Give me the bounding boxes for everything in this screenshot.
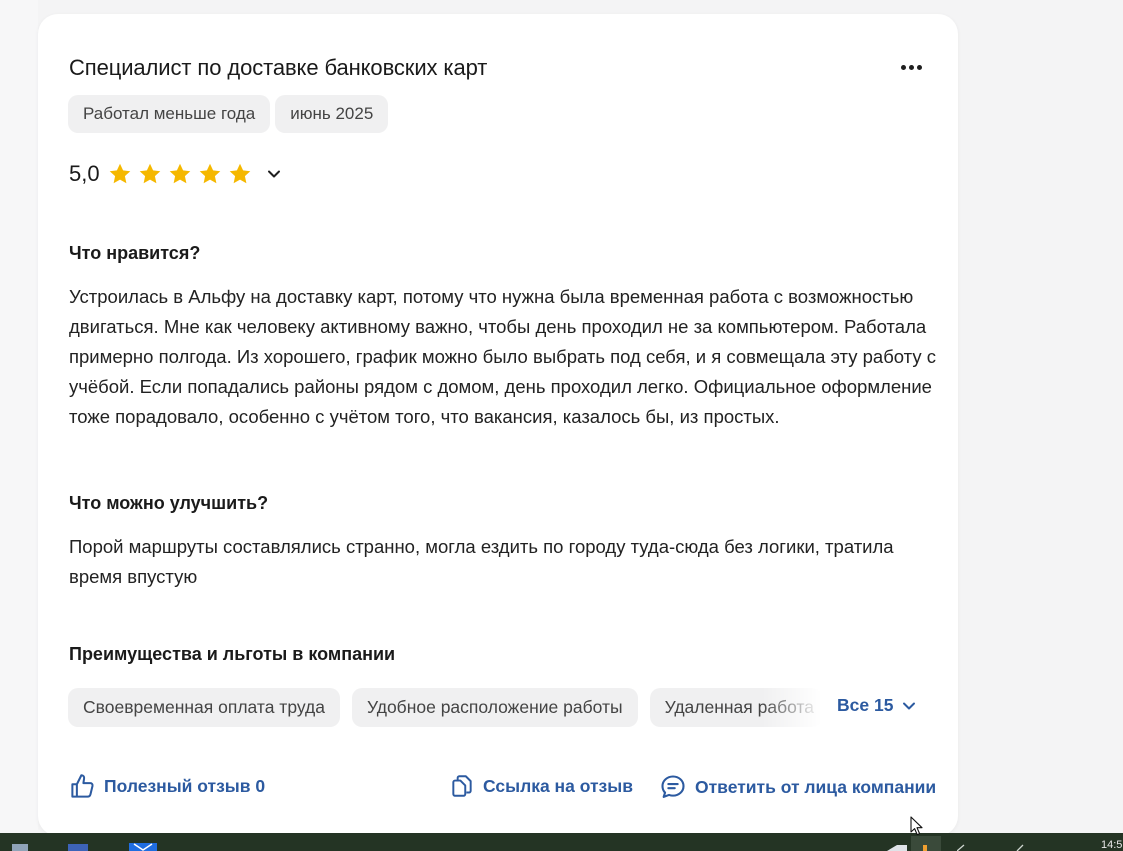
chevron-down-icon[interactable]	[266, 166, 282, 182]
tag-tenure: Работал меньше года	[68, 95, 271, 133]
benefit-chip: Своевременная оплата труда	[68, 687, 340, 727]
star-icon	[169, 163, 190, 184]
star-icon	[199, 163, 220, 184]
likes-heading: Что нравится?	[69, 243, 201, 263]
benefits-list: Своевременная оплата труда Удобное распо…	[68, 687, 930, 727]
reply-label: Ответить от лица компании	[695, 776, 937, 797]
improve-text: Порой маршруты составлялись странно, мог…	[69, 536, 894, 587]
tray-lines-icon	[957, 844, 1024, 851]
all-benefits-label: Все 15	[837, 695, 894, 715]
review-link-button[interactable]: Ссылка на отзыв	[449, 773, 633, 799]
rating-stars	[108, 162, 252, 186]
background-strip	[0, 0, 38, 830]
star-icon	[139, 163, 160, 184]
mouse-cursor-icon	[910, 816, 923, 836]
more-horizontal-icon	[900, 64, 906, 70]
star-icon	[229, 163, 250, 184]
app-icon[interactable]	[64, 843, 94, 851]
benefit-chip: Удобное расположение работы	[351, 687, 638, 727]
helpful-label: Полезный отзыв 0	[104, 776, 266, 796]
helpful-review-button[interactable]: Полезный отзыв 0	[69, 773, 265, 800]
rating: 5,0	[69, 161, 282, 187]
star-icon	[109, 163, 130, 184]
review-card: Специалист по доставке банковских карт Р…	[38, 14, 958, 836]
tray-icon[interactable]	[885, 843, 909, 851]
file-manager-icon[interactable]	[4, 843, 34, 851]
taskbar-clock[interactable]: 14:5	[1101, 839, 1122, 851]
all-benefits-button[interactable]: Все 15	[837, 695, 917, 716]
review-link-label: Ссылка на отзыв	[483, 775, 633, 796]
mail-icon[interactable]	[126, 843, 160, 851]
tag-date: июнь 2025	[275, 95, 389, 133]
tray-active-icon[interactable]	[911, 836, 941, 851]
rating-value: 5,0	[69, 161, 100, 186]
benefits-heading: Преимущества и льготы в компании	[69, 644, 396, 664]
likes-text: Устроилась в Альфу на доставку карт, пот…	[69, 286, 937, 427]
taskbar	[0, 833, 1123, 851]
benefit-chip: Удаленная работа	[649, 687, 822, 727]
chat-icon	[661, 775, 685, 798]
copy-link-icon	[452, 775, 472, 797]
chevron-down-icon	[903, 702, 916, 709]
thumbs-up-icon	[71, 774, 94, 798]
reply-as-company-button[interactable]: Ответить от лица компании	[659, 773, 936, 801]
review-title: Специалист по доставке банковских карт	[69, 55, 488, 80]
review-tags: Работал меньше года июнь 2025	[68, 95, 389, 133]
improve-heading: Что можно улучшить?	[69, 493, 269, 513]
more-options-button[interactable]	[896, 56, 926, 78]
